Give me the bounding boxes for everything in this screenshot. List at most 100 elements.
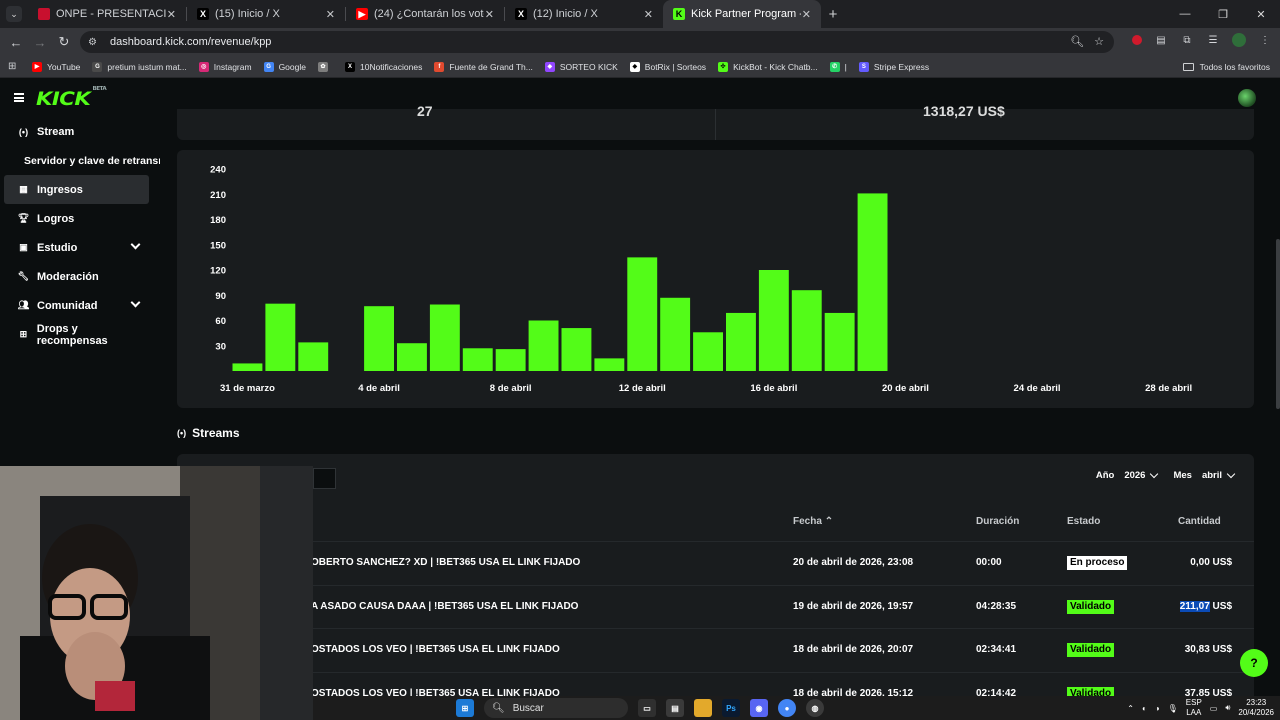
network-icon[interactable]: ▭ (1210, 704, 1218, 713)
bookmark-item[interactable]: ◆ SORTEO KICK (544, 61, 618, 72)
tab-close-icon[interactable]: ✕ (326, 8, 335, 21)
sidebar-item-stream[interactable]: (•) Stream (4, 117, 149, 146)
table-row[interactable]: OSTADOS LOS VEO | !BET365 USA EL LINK FI… (177, 671, 1254, 697)
browser-tab[interactable]: X (12) Inicio / X ✕ (505, 0, 663, 28)
sidebar-item-moderacion[interactable]: 🔧︎ Moderación (4, 262, 149, 291)
bookmark-item[interactable]: ✿ (317, 61, 333, 72)
month-select[interactable]: abril (1202, 469, 1236, 481)
page-scrollbar[interactable] (1276, 239, 1280, 409)
stream-title[interactable]: OSTADOS LOS VEO | !BET365 USA EL LINK FI… (311, 688, 560, 697)
browser-tab[interactable]: X (15) Inicio / X ✕ (187, 0, 345, 28)
year-select[interactable]: 2026 (1124, 469, 1159, 481)
stream-title[interactable]: A ASADO CAUSA DAAA | !BET365 USA EL LINK… (311, 601, 578, 612)
extensions-puzzle-icon[interactable]: ⧉ (1180, 33, 1194, 47)
sidebar-item-drops[interactable]: ⊞ Drops y recompensas (4, 320, 149, 349)
bookmark-item[interactable]: S Stripe Express (858, 61, 929, 72)
apps-grid-icon[interactable]: ⊞ (8, 61, 20, 73)
browser-tab[interactable]: ONPE - PRESENTACIÓN DE RESULTADOS✕ (28, 0, 186, 28)
obs-icon[interactable]: ◍ (806, 699, 824, 717)
close-window-button[interactable]: ✕ (1242, 0, 1280, 28)
maximize-button[interactable]: ❐ (1204, 0, 1242, 28)
sidebar-item-estudio[interactable]: ▣ Estudio (4, 233, 149, 262)
site-info-icon[interactable]: ⚙ (88, 35, 102, 49)
hamburger-menu-icon[interactable] (14, 93, 24, 102)
revenue-bar[interactable] (726, 312, 756, 371)
bookmark-item[interactable]: ◎ Instagram (198, 61, 252, 72)
folder-icon[interactable] (694, 699, 712, 717)
tab-close-icon[interactable]: ✕ (644, 8, 653, 21)
taskbar-search[interactable]: 🔍︎ Buscar (484, 698, 628, 718)
forward-button[interactable]: → (28, 35, 52, 50)
table-row[interactable]: OSTADOS LOS VEO | !BET365 USA EL LINK FI… (177, 628, 1254, 671)
revenue-bar[interactable] (758, 270, 789, 371)
sidebar-item-ingresos[interactable]: ▦ Ingresos (4, 175, 149, 204)
revenue-bar[interactable] (660, 297, 691, 371)
support-chat-button[interactable]: ? (1240, 649, 1268, 677)
bookmark-item[interactable]: f Fuente de Grand Th... (434, 61, 533, 72)
tray-app-icon[interactable]: ◐ (1142, 704, 1147, 713)
revenue-bar[interactable] (528, 320, 559, 372)
sidebar-item-logros[interactable]: 🏆︎ Logros (4, 204, 149, 233)
streams-search-input[interactable] (313, 468, 336, 489)
zoom-icon[interactable]: 🔍︎ (1070, 35, 1084, 48)
volume-icon[interactable]: 🔊︎ (1225, 703, 1230, 713)
tab-search-button[interactable]: ⌄ (6, 6, 22, 22)
windows-start-icon[interactable]: ⊞ (456, 699, 474, 717)
extension-red-icon[interactable] (1132, 35, 1142, 45)
revenue-bar[interactable] (298, 342, 329, 371)
revenue-bar[interactable] (429, 304, 460, 371)
revenue-bar[interactable] (857, 193, 888, 371)
revenue-bar[interactable] (232, 363, 263, 371)
sidebar-item-comunidad[interactable]: 👥︎ Comunidad (4, 291, 149, 320)
revenue-bar[interactable] (495, 349, 526, 371)
bookmark-item[interactable]: X 10Notificaciones (344, 61, 422, 72)
revenue-bar[interactable] (693, 332, 723, 371)
stream-title[interactable]: OSTADOS LOS VEO | !BET365 USA EL LINK FI… (311, 644, 560, 655)
file-explorer-icon[interactable]: ▤ (666, 699, 684, 717)
revenue-bar[interactable] (364, 306, 394, 371)
revenue-bar[interactable] (824, 312, 855, 371)
clock[interactable]: 23:23 20/4/2026 (1238, 698, 1274, 718)
bookmark-item[interactable]: ◆ BotRix | Sorteos (629, 61, 706, 72)
profile-avatar-icon[interactable] (1232, 33, 1246, 47)
table-row[interactable]: A ASADO CAUSA DAAA | !BET365 USA EL LINK… (177, 584, 1254, 628)
user-avatar[interactable] (1238, 89, 1256, 107)
address-bar[interactable]: ⚙ dashboard.kick.com/revenue/kpp 🔍︎ ☆ (80, 31, 1114, 53)
tray-chevron-icon[interactable]: ⌃ (1127, 704, 1134, 713)
bookmark-star-icon[interactable]: ☆ (1094, 35, 1104, 48)
reading-list-icon[interactable]: ☰ (1206, 33, 1220, 47)
tray-app2-icon[interactable]: ◑ (1155, 704, 1160, 713)
revenue-bar[interactable] (462, 348, 493, 371)
chrome-menu-icon[interactable]: ⋮ (1258, 33, 1272, 47)
revenue-bar[interactable] (627, 257, 658, 371)
tab-close-icon[interactable]: ✕ (167, 8, 176, 21)
revenue-bar[interactable] (397, 343, 427, 371)
bookmark-item[interactable]: ✆ | (829, 61, 847, 72)
microphone-icon[interactable]: 🎙︎ (1168, 704, 1178, 713)
sidebar-subitem-stream-key[interactable]: Servidor y clave de retransmisión (0, 146, 160, 175)
photoshop-icon[interactable]: Ps (722, 699, 740, 717)
task-view-icon[interactable]: ▭ (638, 699, 656, 717)
browser-tab[interactable]: K Kick Partner Program - Kick Dashboard✕ (663, 0, 821, 28)
reload-button[interactable]: ↻ (52, 34, 76, 50)
chrome-icon[interactable]: ● (778, 699, 796, 717)
bookmark-item[interactable]: ✣ KickBot - Kick Chatb... (718, 61, 818, 72)
column-header-date[interactable]: Fecha ⌃ (793, 516, 833, 527)
bookmark-item[interactable]: ▶ YouTube (32, 61, 80, 72)
minimize-button[interactable]: — (1166, 0, 1204, 28)
all-bookmarks[interactable]: Todos los favoritos (1182, 62, 1270, 72)
revenue-bar[interactable] (594, 358, 625, 371)
browser-tab[interactable]: ▶ (24) ¿Contarán los votos de actas✕ (346, 0, 504, 28)
discord-icon[interactable]: ◉ (750, 699, 768, 717)
language-indicator[interactable]: ESP LAA (1186, 698, 1202, 718)
revenue-bar[interactable] (561, 328, 592, 371)
back-button[interactable]: ← (4, 35, 28, 50)
bookmark-item[interactable]: G Google (263, 61, 306, 72)
revenue-bar[interactable] (265, 303, 296, 371)
extension-icon[interactable]: ▤ (1154, 33, 1168, 47)
new-tab-button[interactable]: + (821, 6, 845, 23)
kick-logo[interactable]: KICK BETA (36, 86, 107, 110)
bookmark-item[interactable]: Gpretium iustum mat... (92, 61, 187, 72)
revenue-bar[interactable] (791, 290, 822, 371)
table-row[interactable]: OBERTO SANCHEZ? XD | !BET365 USA EL LINK… (177, 541, 1254, 584)
